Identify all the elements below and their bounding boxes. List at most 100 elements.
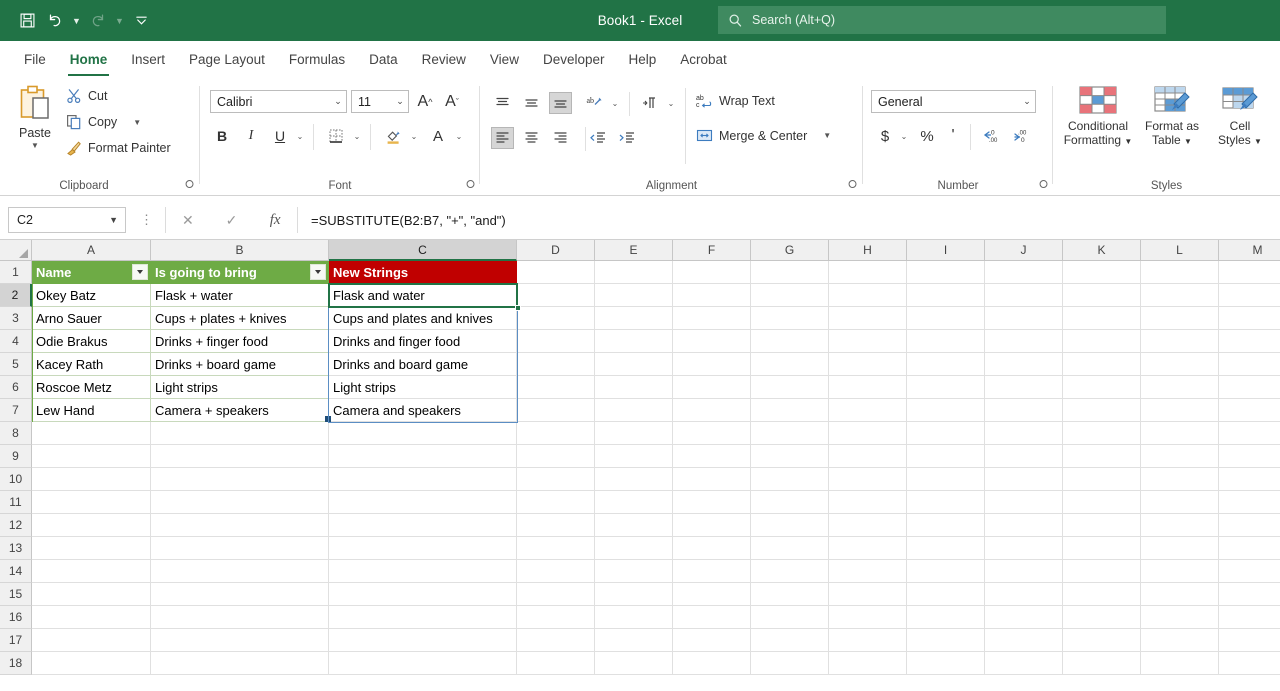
font-dialog-launcher[interactable]: ⭘ <box>464 179 477 192</box>
cell-H4[interactable] <box>829 330 907 353</box>
cell-L8[interactable] <box>1141 422 1219 445</box>
cell-B11[interactable] <box>151 491 329 514</box>
cell-F3[interactable] <box>673 307 751 330</box>
cell-M4[interactable] <box>1219 330 1280 353</box>
cell-J15[interactable] <box>985 583 1063 606</box>
cell-A12[interactable] <box>32 514 151 537</box>
row-header-9[interactable]: 9 <box>0 445 32 468</box>
cell-F15[interactable] <box>673 583 751 606</box>
cell-F8[interactable] <box>673 422 751 445</box>
cell-H5[interactable] <box>829 353 907 376</box>
column-header-D[interactable]: D <box>517 240 595 261</box>
font-size-select[interactable]: 11 ⌄ <box>351 90 409 113</box>
cell-B13[interactable] <box>151 537 329 560</box>
conditional-formatting-button[interactable]: Conditional Formatting ▼ <box>1061 84 1135 166</box>
cell-J14[interactable] <box>985 560 1063 583</box>
formula-input[interactable]: =SUBSTITUTE(B2:B7, "+", "and") <box>305 207 1272 233</box>
cell-F6[interactable] <box>673 376 751 399</box>
increase-decimal-button[interactable]: 0 .00 <box>978 124 1004 148</box>
cell-A5[interactable]: Kacey Rath <box>32 353 151 376</box>
cell-A17[interactable] <box>32 629 151 652</box>
undo-icon[interactable] <box>42 8 68 34</box>
cell-M10[interactable] <box>1219 468 1280 491</box>
cell-F13[interactable] <box>673 537 751 560</box>
cell-I18[interactable] <box>907 652 985 675</box>
cell-E3[interactable] <box>595 307 673 330</box>
cell-A10[interactable] <box>32 468 151 491</box>
font-family-select[interactable]: Calibri ⌄ <box>210 90 347 113</box>
cell-E12[interactable] <box>595 514 673 537</box>
cell-G11[interactable] <box>751 491 829 514</box>
cell-J6[interactable] <box>985 376 1063 399</box>
cell-L11[interactable] <box>1141 491 1219 514</box>
cell-D16[interactable] <box>517 606 595 629</box>
cell-L18[interactable] <box>1141 652 1219 675</box>
cell-A16[interactable] <box>32 606 151 629</box>
search-box[interactable]: Search (Alt+Q) <box>718 6 1166 34</box>
cell-C4[interactable]: Drinks and finger food <box>329 330 517 353</box>
cell-H18[interactable] <box>829 652 907 675</box>
cell-G10[interactable] <box>751 468 829 491</box>
accounting-format-button[interactable]: $ <box>875 124 895 148</box>
cell-F5[interactable] <box>673 353 751 376</box>
orientation-dropdown-icon[interactable]: ⌄ <box>608 92 622 114</box>
cell-G13[interactable] <box>751 537 829 560</box>
cell-K7[interactable] <box>1063 399 1141 422</box>
percent-format-button[interactable]: % <box>916 124 938 148</box>
fx-icon[interactable]: fx <box>253 212 297 229</box>
decrease-decimal-button[interactable]: .00 0 <box>1008 124 1034 148</box>
cell-A2[interactable]: Okey Batz <box>32 284 151 307</box>
cell-J18[interactable] <box>985 652 1063 675</box>
cell-E6[interactable] <box>595 376 673 399</box>
cell-K17[interactable] <box>1063 629 1141 652</box>
row-header-5[interactable]: 5 <box>0 353 32 376</box>
cell-M2[interactable] <box>1219 284 1280 307</box>
cell-J12[interactable] <box>985 514 1063 537</box>
cell-H16[interactable] <box>829 606 907 629</box>
filter-button-B[interactable] <box>310 264 326 280</box>
paste-button[interactable]: Paste ▼ <box>8 84 62 164</box>
cell-L13[interactable] <box>1141 537 1219 560</box>
cell-L15[interactable] <box>1141 583 1219 606</box>
cell-L2[interactable] <box>1141 284 1219 307</box>
cell-L7[interactable] <box>1141 399 1219 422</box>
cell-J8[interactable] <box>985 422 1063 445</box>
checkmark-icon[interactable]: ✓ <box>210 212 254 229</box>
cell-F18[interactable] <box>673 652 751 675</box>
cell-A7[interactable]: Lew Hand <box>32 399 151 422</box>
cell-D17[interactable] <box>517 629 595 652</box>
cell-H10[interactable] <box>829 468 907 491</box>
borders-button[interactable] <box>324 124 348 148</box>
text-direction-button[interactable] <box>638 92 662 114</box>
column-header-E[interactable]: E <box>595 240 673 261</box>
wrap-text-button[interactable]: ab c Wrap Text <box>696 93 775 109</box>
cell-L12[interactable] <box>1141 514 1219 537</box>
cell-D4[interactable] <box>517 330 595 353</box>
copy-dropdown-icon[interactable]: ▼ <box>133 118 141 126</box>
text-direction-dropdown-icon[interactable]: ⌄ <box>664 92 678 114</box>
cell-M7[interactable] <box>1219 399 1280 422</box>
column-header-A[interactable]: A <box>32 240 151 261</box>
cell-C5[interactable]: Drinks and board game <box>329 353 517 376</box>
cell-L6[interactable] <box>1141 376 1219 399</box>
cell-C6[interactable]: Light strips <box>329 376 517 399</box>
fat-dropdown-icon[interactable]: ▼ <box>1184 137 1192 146</box>
cell-J3[interactable] <box>985 307 1063 330</box>
cell-F11[interactable] <box>673 491 751 514</box>
borders-dropdown-icon[interactable]: ⌄ <box>350 124 364 148</box>
cell-M5[interactable] <box>1219 353 1280 376</box>
cell-H9[interactable] <box>829 445 907 468</box>
cell-H1[interactable] <box>829 261 907 284</box>
cell-H2[interactable] <box>829 284 907 307</box>
cell-B4[interactable]: Drinks + finger food <box>151 330 329 353</box>
cell-J2[interactable] <box>985 284 1063 307</box>
decrease-indent-button[interactable] <box>585 127 609 149</box>
cell-M14[interactable] <box>1219 560 1280 583</box>
cell-styles-button[interactable]: Cell Styles ▼ <box>1203 84 1277 166</box>
row-header-3[interactable]: 3 <box>0 307 32 330</box>
cell-H12[interactable] <box>829 514 907 537</box>
cell-I17[interactable] <box>907 629 985 652</box>
cell-K18[interactable] <box>1063 652 1141 675</box>
cell-D10[interactable] <box>517 468 595 491</box>
table-resize-handle[interactable] <box>325 416 331 422</box>
